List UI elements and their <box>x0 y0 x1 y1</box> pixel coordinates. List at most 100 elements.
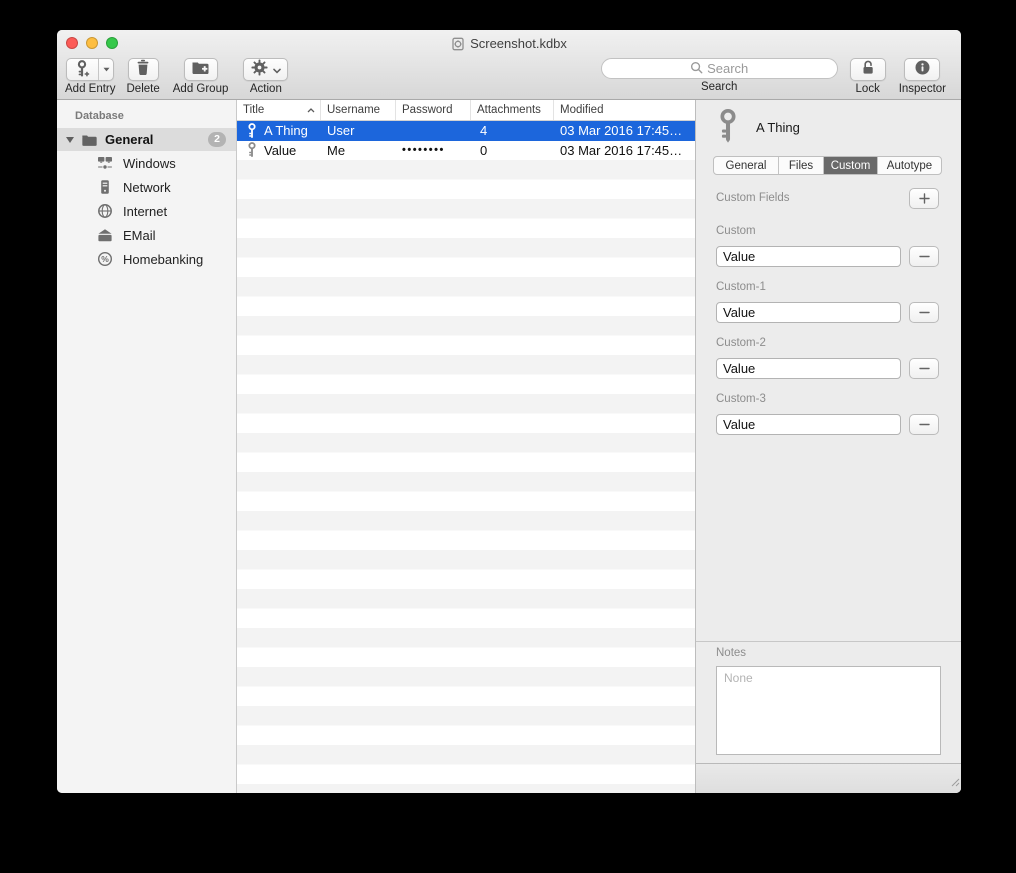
custom-field-label: Custom-1 <box>716 281 766 293</box>
remove-custom-field-button[interactable] <box>909 302 939 323</box>
sidebar-item-network[interactable]: Network <box>57 175 236 199</box>
remove-custom-field-button[interactable] <box>909 414 939 435</box>
custom-field-label: Custom-3 <box>716 393 766 405</box>
folder-plus-icon <box>191 60 210 80</box>
custom-fields-header: Custom Fields <box>716 192 790 204</box>
notes-textarea[interactable] <box>716 666 941 755</box>
entry-row[interactable]: A Thing User 4 03 Mar 2016 17:45… <box>237 121 695 141</box>
column-header-attachments[interactable]: Attachments <box>471 100 554 120</box>
action-label: Action <box>250 83 282 95</box>
folder-icon <box>81 133 98 147</box>
custom-field-input[interactable] <box>716 414 901 435</box>
sidebar-section-header: Database <box>57 100 236 128</box>
minus-icon <box>919 307 930 318</box>
entry-key-icon <box>717 107 739 150</box>
sidebar-item-homebanking[interactable]: % Homebanking <box>57 247 236 271</box>
add-entry-label: Add Entry <box>65 83 116 95</box>
entry-password: •••••••• <box>396 144 471 156</box>
sort-ascending-icon <box>307 104 315 116</box>
lock-button[interactable] <box>850 58 886 81</box>
entry-attachments: 4 <box>471 123 554 138</box>
chevron-down-icon <box>273 61 281 79</box>
tab-files[interactable]: Files <box>779 157 824 174</box>
notes-section-divider <box>696 641 961 642</box>
delete-button[interactable] <box>128 58 159 81</box>
delete-label: Delete <box>127 83 160 95</box>
sidebar-item-label: Windows <box>123 156 176 171</box>
custom-field-input[interactable] <box>716 358 901 379</box>
sidebar-item-windows[interactable]: Windows <box>57 151 236 175</box>
inspector-toolbar-item: Inspector <box>899 58 946 95</box>
remove-custom-field-button[interactable] <box>909 246 939 267</box>
sidebar-item-label: Network <box>123 180 171 195</box>
sidebar-item-label: EMail <box>123 228 156 243</box>
inspector-tabs: General Files Custom Autotype <box>713 156 942 175</box>
inspector-button[interactable] <box>904 58 940 81</box>
add-group-label: Add Group <box>173 83 229 95</box>
add-entry-toolbar-item: Add Entry <box>65 58 116 95</box>
custom-field-label: Custom-2 <box>716 337 766 349</box>
add-group-button[interactable] <box>184 58 218 81</box>
minus-icon <box>919 363 930 374</box>
entry-username: Me <box>321 143 396 158</box>
inspector-panel: A Thing General Files Custom Autotype Cu… <box>695 100 961 793</box>
action-toolbar-item: Action <box>243 58 288 95</box>
action-button[interactable] <box>243 58 288 81</box>
tab-general[interactable]: General <box>714 157 779 174</box>
document-icon <box>451 37 465 51</box>
column-header-username[interactable]: Username <box>321 100 396 120</box>
add-custom-field-button[interactable] <box>909 188 939 209</box>
envelope-icon <box>97 227 113 243</box>
key-icon <box>247 123 257 139</box>
entry-username: User <box>321 123 396 138</box>
sidebar-item-internet[interactable]: Internet <box>57 199 236 223</box>
key-icon <box>247 142 257 158</box>
add-entry-button[interactable] <box>66 58 114 81</box>
inspector-entry-title: A Thing <box>756 120 800 135</box>
remove-custom-field-button[interactable] <box>909 358 939 379</box>
add-group-toolbar-item: Add Group <box>173 58 229 95</box>
entry-modified: 03 Mar 2016 17:45… <box>554 123 695 138</box>
custom-field-label: Custom <box>716 225 756 237</box>
entry-attachments: 0 <box>471 143 554 158</box>
resize-grip[interactable] <box>949 774 960 792</box>
disclosure-triangle-icon[interactable] <box>66 137 74 143</box>
window-title: Screenshot.kdbx <box>470 36 567 51</box>
unlocked-padlock-icon <box>861 59 875 80</box>
sidebar-item-email[interactable]: EMail <box>57 223 236 247</box>
custom-field-input[interactable] <box>716 302 901 323</box>
lock-toolbar-item: Lock <box>850 58 886 95</box>
tab-autotype[interactable]: Autotype <box>878 157 941 174</box>
info-icon <box>915 60 930 80</box>
add-entry-key-icon[interactable] <box>67 59 99 80</box>
entry-row[interactable]: Value Me •••••••• 0 03 Mar 2016 17:45… <box>237 141 695 161</box>
entry-table: Title Username Password Attachments Modi… <box>237 100 695 793</box>
entry-title: Value <box>264 143 296 158</box>
gear-icon <box>251 59 268 81</box>
tab-custom[interactable]: Custom <box>824 157 878 174</box>
entry-title: A Thing <box>264 123 308 138</box>
search-icon <box>690 61 703 77</box>
custom-field-input[interactable] <box>716 246 901 267</box>
sidebar-item-label: Internet <box>123 204 167 219</box>
inspector-bottom-bar <box>696 763 961 793</box>
search-input[interactable]: Search <box>601 58 838 79</box>
entry-modified: 03 Mar 2016 17:45… <box>554 143 695 158</box>
minus-icon <box>919 419 930 430</box>
server-icon <box>97 179 113 195</box>
titlebar: Screenshot.kdbx <box>57 35 961 52</box>
entry-table-empty-rows[interactable] <box>237 160 695 793</box>
column-header-password[interactable]: Password <box>396 100 471 120</box>
column-header-modified[interactable]: Modified <box>554 100 695 120</box>
window-chrome: Screenshot.kdbx Add Entry <box>57 30 961 100</box>
notes-label: Notes <box>716 647 746 659</box>
minus-icon <box>919 251 930 262</box>
entry-count-badge: 2 <box>208 132 226 147</box>
percent-circle-icon: % <box>97 251 113 267</box>
sidebar-item-general[interactable]: General 2 <box>57 128 236 151</box>
plus-icon <box>919 193 930 204</box>
add-entry-dropdown-arrow-icon[interactable] <box>99 59 113 80</box>
lock-label: Lock <box>856 83 880 95</box>
column-header-title[interactable]: Title <box>237 100 321 120</box>
svg-text:%: % <box>101 254 109 264</box>
